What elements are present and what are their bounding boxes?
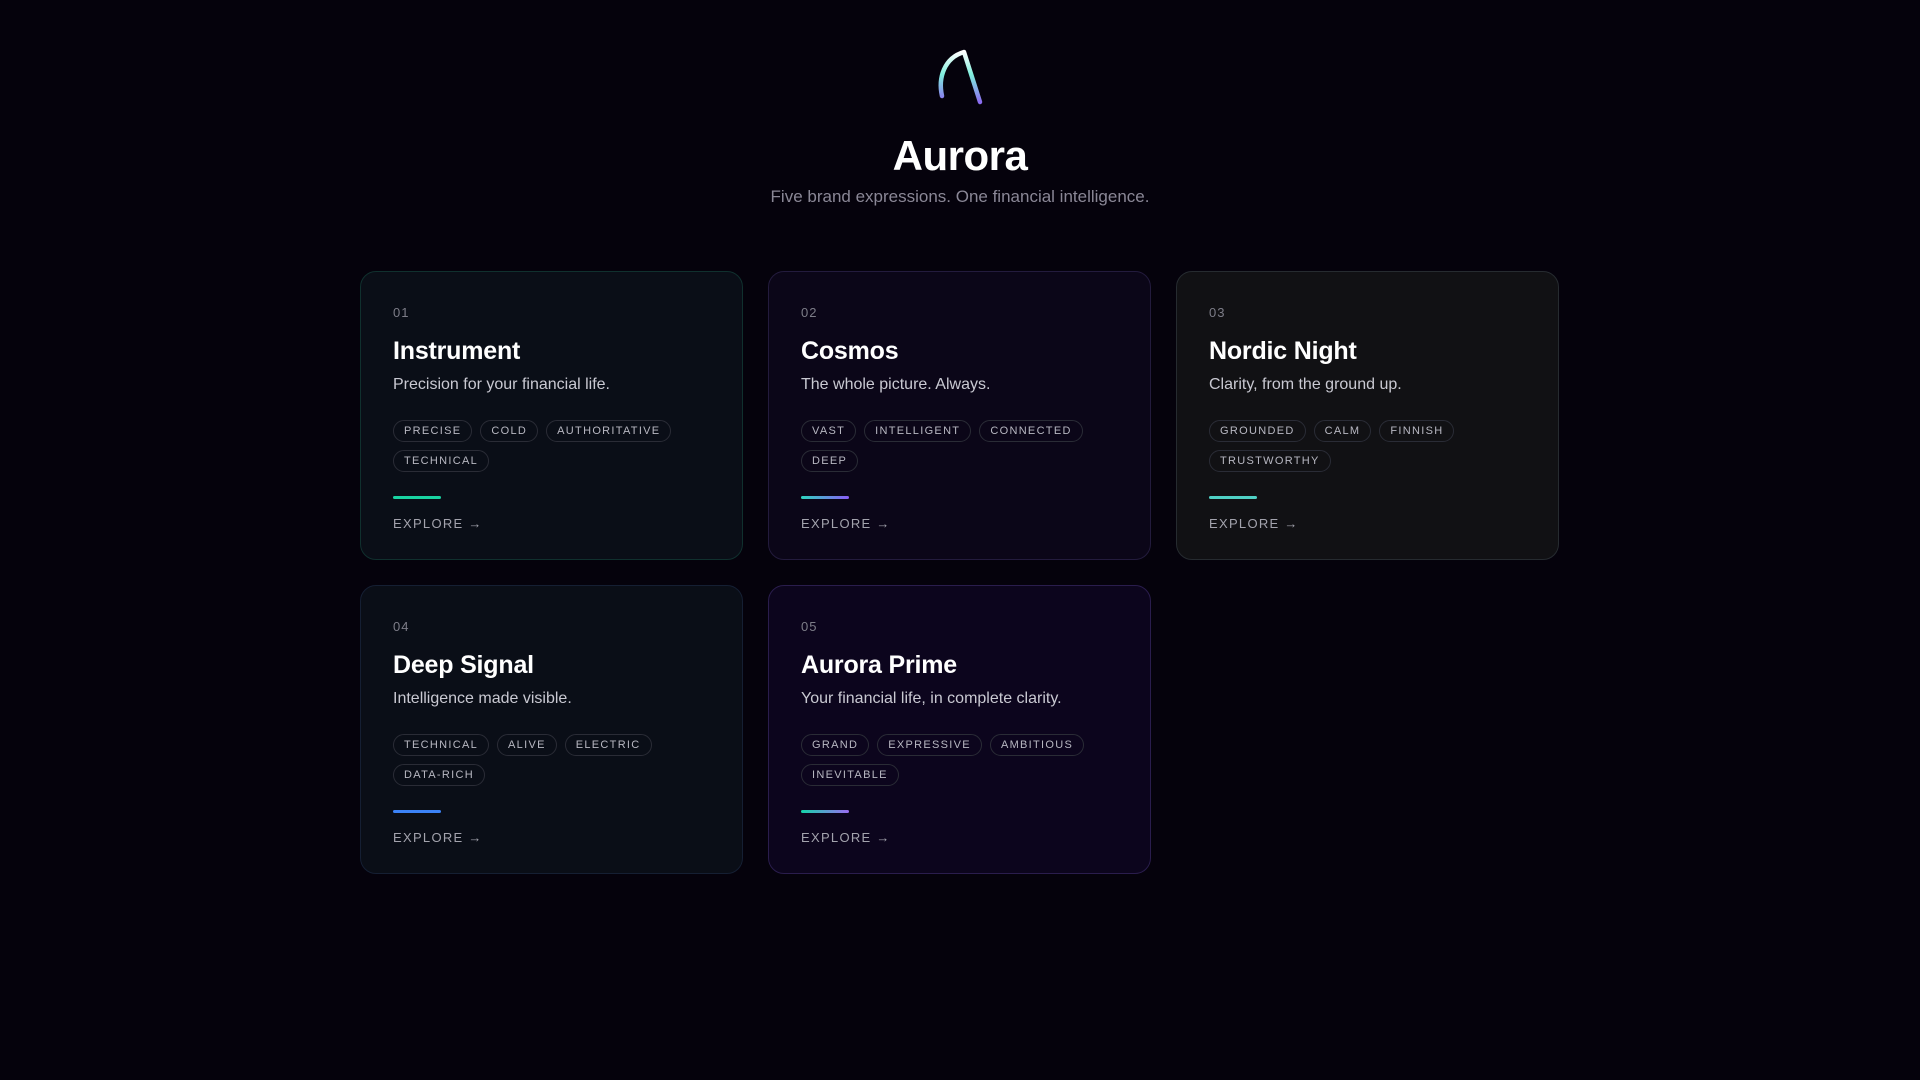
card-tagline: The whole picture. Always. <box>801 376 991 393</box>
brand-card-cosmos[interactable]: 02 Cosmos The whole picture. Always. VAS… <box>768 271 1151 560</box>
accent-bar <box>393 496 441 499</box>
trait-tags: PRECISE COLD AUTHORITATIVE TECHNICAL <box>393 420 693 472</box>
brand-card-grid: 01 Instrument Precision for your financi… <box>360 271 1560 874</box>
brand-card-nordic-night[interactable]: 03 Nordic Night Clarity, from the ground… <box>1176 271 1559 560</box>
brand-card-instrument[interactable]: 01 Instrument Precision for your financi… <box>360 271 743 560</box>
trait-tag: TECHNICAL <box>393 450 490 472</box>
trait-tag: AUTHORITATIVE <box>546 420 672 442</box>
trait-tag: VAST <box>801 420 857 442</box>
trait-tag: INTELLIGENT <box>864 420 972 442</box>
card-number: 01 <box>393 305 410 320</box>
trait-tag: CONNECTED <box>979 420 1083 442</box>
card-number: 02 <box>801 305 818 320</box>
card-number: 04 <box>393 619 410 634</box>
explore-link[interactable]: EXPLORE → <box>801 830 891 845</box>
trait-tag: GRAND <box>801 734 870 756</box>
card-title: Aurora Prime <box>801 651 957 679</box>
card-title: Deep Signal <box>393 651 534 679</box>
explore-link[interactable]: EXPLORE → <box>393 830 483 845</box>
card-tagline: Clarity, from the ground up. <box>1209 376 1402 393</box>
trait-tag: FINNISH <box>1379 420 1455 442</box>
trait-tag: AMBITIOUS <box>989 734 1085 756</box>
aurora-logo-icon <box>938 49 983 105</box>
accent-bar <box>393 810 441 813</box>
trait-tags: TECHNICAL ALIVE ELECTRIC DATA-RICH <box>393 734 693 786</box>
trait-tag: DATA-RICH <box>393 764 485 786</box>
card-title: Nordic Night <box>1209 337 1357 365</box>
trait-tag: TECHNICAL <box>393 734 490 756</box>
trait-tag: COLD <box>480 420 539 442</box>
accent-bar <box>801 810 849 813</box>
brand-card-aurora-prime[interactable]: 05 Aurora Prime Your financial life, in … <box>768 585 1151 874</box>
trait-tag: GROUNDED <box>1209 420 1306 442</box>
card-number: 03 <box>1209 305 1226 320</box>
card-tagline: Intelligence made visible. <box>393 690 572 707</box>
trait-tag: ELECTRIC <box>564 734 652 756</box>
page-subtitle: Five brand expressions. One financial in… <box>770 187 1150 206</box>
trait-tags: GRAND EXPRESSIVE AMBITIOUS INEVITABLE <box>801 734 1101 786</box>
card-tagline: Your financial life, in complete clarity… <box>801 690 1062 707</box>
trait-tag: DEEP <box>801 450 859 472</box>
card-number: 05 <box>801 619 818 634</box>
explore-link[interactable]: EXPLORE → <box>1209 516 1299 531</box>
accent-bar <box>801 496 849 499</box>
explore-link[interactable]: EXPLORE → <box>801 516 891 531</box>
trait-tag: TRUSTWORTHY <box>1209 450 1331 472</box>
trait-tag: EXPRESSIVE <box>877 734 982 756</box>
trait-tag: INEVITABLE <box>801 764 899 786</box>
trait-tags: VAST INTELLIGENT CONNECTED DEEP <box>801 420 1101 472</box>
card-title: Cosmos <box>801 337 899 365</box>
trait-tag: ALIVE <box>497 734 557 756</box>
trait-tag: PRECISE <box>393 420 473 442</box>
card-tagline: Precision for your financial life. <box>393 376 610 393</box>
trait-tags: GROUNDED CALM FINNISH TRUSTWORTHY <box>1209 420 1509 472</box>
brand-card-deep-signal[interactable]: 04 Deep Signal Intelligence made visible… <box>360 585 743 874</box>
card-title: Instrument <box>393 337 521 365</box>
explore-link[interactable]: EXPLORE → <box>393 516 483 531</box>
trait-tag: CALM <box>1313 420 1372 442</box>
page-title: Aurora <box>892 132 1028 179</box>
accent-bar <box>1209 496 1257 499</box>
